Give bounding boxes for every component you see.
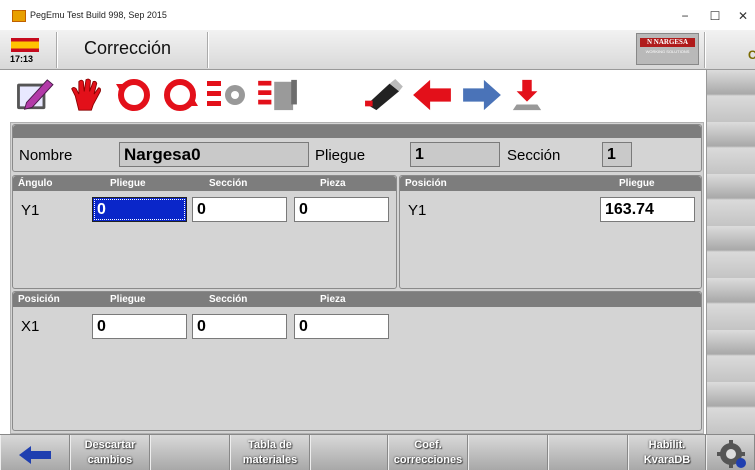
- nombre-label: Nombre: [19, 147, 73, 164]
- edit-icon[interactable]: [14, 78, 56, 112]
- position-x-seccion-header: Sección: [209, 294, 248, 305]
- position-y-header: Posición Pliegue: [400, 176, 701, 191]
- tabla-materiales-button[interactable]: Tabla de materiales: [230, 435, 310, 470]
- habilit-kvaradb-button[interactable]: Habilit. KvaraDB: [628, 435, 706, 470]
- seccion-field[interactable]: 1: [602, 142, 632, 167]
- back-button[interactable]: [0, 435, 70, 470]
- usb-drive-icon[interactable]: [360, 78, 406, 112]
- position-x-section: Posición Pliegue Sección Pieza X1 0 0 0: [12, 291, 702, 431]
- position-x-header: Posición Pliegue Sección Pieza: [13, 292, 701, 307]
- habilit-line2: KvaraDB: [643, 454, 691, 466]
- coef-line2: correcciones: [393, 454, 463, 466]
- angle-pieza-input[interactable]: 0: [294, 197, 389, 222]
- tabla-line2: materiales: [242, 454, 298, 466]
- empty-button-2[interactable]: [310, 435, 388, 470]
- empty-button-1[interactable]: [150, 435, 230, 470]
- minimize-button[interactable]: −: [670, 6, 700, 26]
- maximize-button[interactable]: ☐: [700, 6, 730, 26]
- settings-button[interactable]: [706, 435, 755, 470]
- close-button[interactable]: ✕: [728, 6, 755, 26]
- header-divider: [704, 32, 706, 68]
- seccion-label: Sección: [507, 147, 561, 164]
- spain-flag-icon[interactable]: [11, 38, 39, 52]
- right-side-buttons[interactable]: [706, 70, 755, 434]
- arrow-right-icon[interactable]: [460, 78, 504, 112]
- header-divider: [207, 32, 209, 68]
- header-divider: [56, 32, 58, 68]
- position-y-section: Posición Pliegue Y1 163.74: [399, 175, 702, 289]
- position-y-header-label: Posición: [405, 178, 447, 189]
- nombre-field[interactable]: Nargesa0: [119, 142, 309, 167]
- position-y-input[interactable]: 163.74: [600, 197, 695, 222]
- settings-grid-icon[interactable]: [206, 78, 248, 112]
- app-icon: [12, 10, 26, 22]
- position-x-pliegue-header: Pliegue: [110, 294, 146, 305]
- coef-correcciones-button[interactable]: Coef. correcciones: [388, 435, 468, 470]
- angle-seccion-input[interactable]: 0: [192, 197, 287, 222]
- rotate-left-icon[interactable]: [114, 78, 154, 112]
- descartar-line2: cambios: [87, 454, 133, 466]
- pliegue-field[interactable]: 1: [410, 142, 500, 167]
- header-cut-text: C: [748, 48, 755, 62]
- rotate-right-icon[interactable]: [160, 78, 200, 112]
- angle-pliegue-input[interactable]: 0: [92, 197, 187, 222]
- correction-panel: Nombre Nargesa0 Pliegue 1 Sección 1 Ángu…: [10, 122, 704, 434]
- position-y-pliegue-header: Pliegue: [619, 178, 655, 189]
- window-titlebar: PegEmu Test Build 998, Sep 2015 − ☐ ✕: [0, 0, 755, 30]
- empty-button-4[interactable]: [548, 435, 628, 470]
- logo-name: N NARGESA: [640, 38, 695, 47]
- window-title: PegEmu Test Build 998, Sep 2015: [30, 10, 167, 20]
- app-header: 17:13 Corrección N NARGESA WORKING SOLUT…: [0, 30, 755, 70]
- descartar-line1: Descartar: [84, 439, 136, 451]
- logo-subtitle: WORKING SOLUTIONS: [645, 49, 690, 54]
- angle-header-label: Ángulo: [18, 178, 53, 189]
- toolbar: [0, 70, 706, 122]
- arrow-left-blue-icon: [19, 446, 51, 464]
- position-y-row-label: Y1: [408, 202, 427, 219]
- coef-line1: Coef.: [414, 439, 442, 451]
- download-icon[interactable]: [510, 78, 544, 112]
- angle-row-label: Y1: [21, 202, 40, 219]
- position-x-seccion-input[interactable]: 0: [192, 314, 287, 339]
- descartar-cambios-button[interactable]: Descartar cambios: [70, 435, 150, 470]
- angle-pliegue-header: Pliegue: [110, 178, 146, 189]
- nargesa-logo: N NARGESA WORKING SOLUTIONS: [636, 33, 699, 65]
- position-x-pieza-input[interactable]: 0: [294, 314, 389, 339]
- hand-stop-icon[interactable]: [66, 78, 106, 112]
- position-x-row-label: X1: [21, 318, 40, 335]
- info-section: Nombre Nargesa0 Pliegue 1 Sección 1: [12, 124, 702, 172]
- bottom-bar: Descartar cambios Tabla de materiales Co…: [0, 434, 755, 470]
- angle-pieza-header: Pieza: [320, 178, 346, 189]
- angle-seccion-header: Sección: [209, 178, 248, 189]
- gear-icon: [716, 440, 746, 468]
- position-x-pieza-header: Pieza: [320, 294, 346, 305]
- angle-header: Ángulo Pliegue Sección Pieza: [13, 176, 396, 191]
- position-x-pliegue-input[interactable]: 0: [92, 314, 187, 339]
- page-title: Corrección: [84, 38, 172, 58]
- info-section-header: [13, 125, 701, 138]
- clock: 17:13: [10, 54, 34, 64]
- position-x-header-label: Posición: [18, 294, 60, 305]
- tabla-line1: Tabla de: [248, 439, 292, 451]
- pliegue-label: Pliegue: [315, 147, 366, 164]
- arrow-left-icon[interactable]: [410, 78, 454, 112]
- empty-button-3[interactable]: [468, 435, 548, 470]
- checklist-icon[interactable]: [256, 78, 300, 112]
- angle-section: Ángulo Pliegue Sección Pieza Y1 0 0 0: [12, 175, 397, 289]
- habilit-line1: Habilit.: [648, 439, 686, 451]
